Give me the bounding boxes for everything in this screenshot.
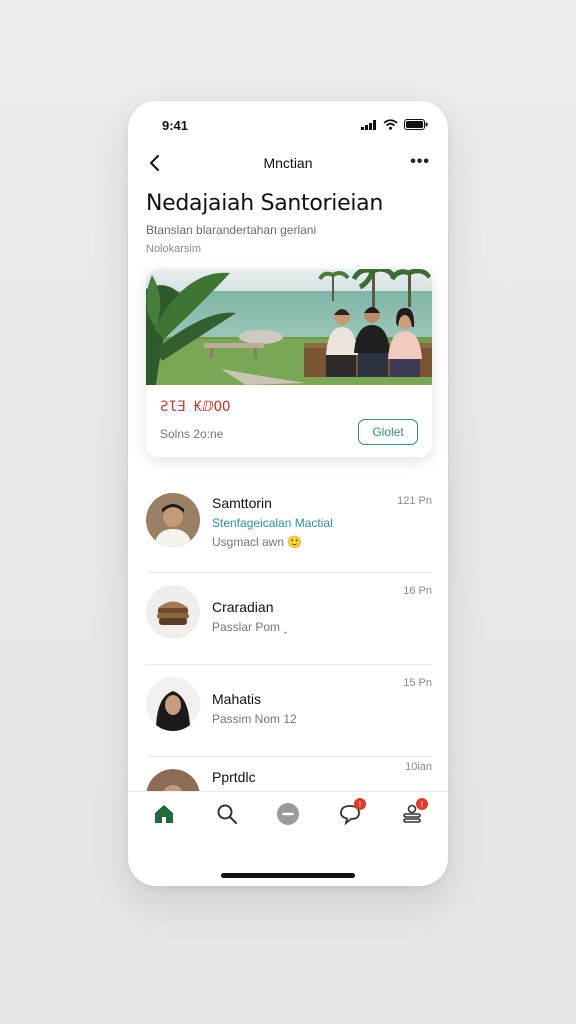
contact-name: Pprtdlc <box>212 769 256 785</box>
avatar <box>146 677 200 731</box>
signal-icon <box>361 119 376 130</box>
page-title: Nedajaiah Santorieian <box>146 191 383 216</box>
card-action-button[interactable]: Glolet <box>358 419 418 445</box>
nav-title: Mnctian <box>263 155 313 171</box>
wifi-icon <box>383 119 398 130</box>
card-meta: Solns 2o:ne <box>160 427 224 441</box>
status-icons <box>361 119 428 130</box>
contact-name: Mahatis <box>212 691 262 707</box>
tab-home[interactable] <box>150 800 178 828</box>
contact-link-line[interactable]: Stenfageicalan Mactial <box>212 516 333 530</box>
home-indicator <box>221 873 355 878</box>
home-icon <box>155 805 173 823</box>
more-options-button[interactable]: ••• <box>410 153 430 171</box>
message-time: 121 Pn <box>397 495 432 507</box>
contact-name: Samttorin <box>212 495 272 511</box>
tab-profile[interactable]: ! <box>398 798 428 828</box>
tab-chat[interactable]: ! <box>336 798 366 828</box>
contact-name: Craradian <box>212 599 274 615</box>
phone-frame: 9:41 Mnctian ••• Nedajaiah Santorieian B… <box>128 101 448 886</box>
profile-badge: ! <box>416 798 428 810</box>
message-preview: Passim Nom 12 <box>212 712 297 726</box>
list-item[interactable]: Mahatis Passim Nom 12 15 Pn <box>146 665 432 757</box>
page-note: Nolokarsim <box>146 243 202 255</box>
list-item[interactable]: Samttorin Stenfageicalan Mactial Usgmacl… <box>146 481 432 573</box>
bottom-tab-bar: ! ! <box>128 791 448 836</box>
list-item[interactable]: Craradian Passlar Pom ꞈ 16 Pn <box>146 573 432 665</box>
nav-bar: Mnctian ••• <box>128 151 448 175</box>
message-time: 10ian <box>405 761 432 773</box>
status-bar: 9:41 <box>128 101 448 145</box>
avatar <box>146 493 200 547</box>
featured-photo <box>146 269 432 385</box>
message-preview: Usgmacl awn 🙂 <box>212 535 303 549</box>
status-time: 9:41 <box>162 118 189 133</box>
chat-badge: ! <box>354 798 366 810</box>
search-icon <box>217 804 237 824</box>
message-time: 16 Pn <box>403 585 432 597</box>
card-price: ƧƖƎ ₭ⅅOO <box>160 399 231 415</box>
minus-circle-icon <box>277 803 299 825</box>
tab-search[interactable] <box>213 800 241 828</box>
tab-center[interactable] <box>274 800 302 828</box>
message-time: 15 Pn <box>403 677 432 689</box>
page-subtitle: Btanslan blarandertahan gerlani <box>146 223 317 237</box>
message-preview: Passlar Pom ꞈ <box>212 620 288 634</box>
featured-card[interactable]: ƧƖƎ ₭ⅅOO Solns 2o:ne Glolet <box>146 269 432 457</box>
battery-icon <box>404 119 428 130</box>
avatar <box>146 585 200 639</box>
